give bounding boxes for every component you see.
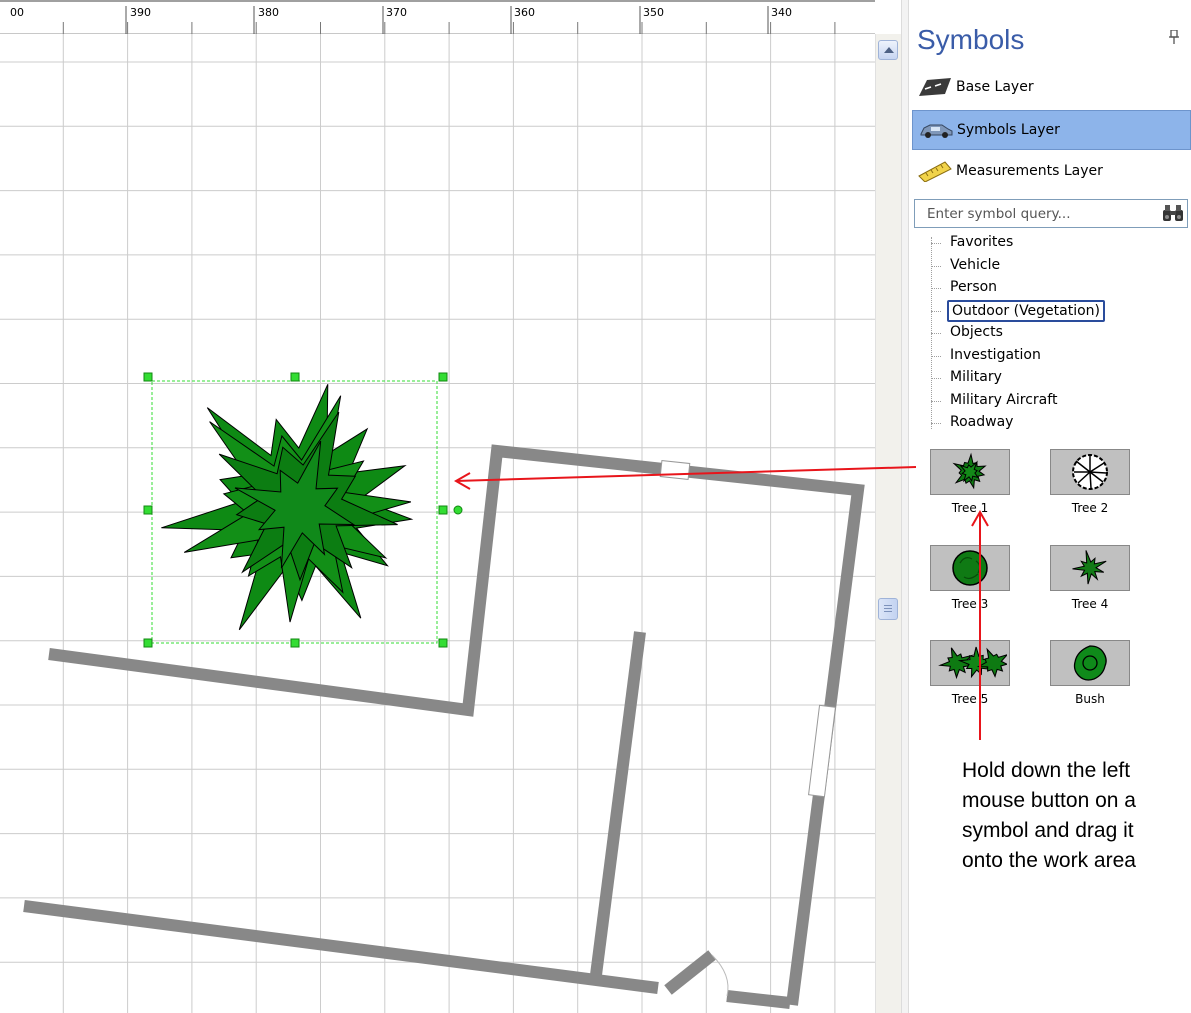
window-top[interactable] [659, 460, 691, 480]
layer-label: Base Layer [956, 79, 1034, 95]
wall-lower-left[interactable] [23, 900, 659, 994]
resize-handle-w[interactable] [143, 505, 153, 515]
symbol-label: Tree 5 [951, 692, 989, 706]
symbol-thumbnail [930, 640, 1010, 686]
symbol-label: Tree 1 [951, 501, 989, 515]
wall-bottom-right[interactable] [726, 990, 791, 1009]
ruler-ticks [62, 6, 836, 34]
binoculars-icon[interactable] [1161, 204, 1185, 222]
symbol-tree-3[interactable]: Tree 3 [930, 545, 1010, 615]
rotate-handle[interactable] [453, 505, 463, 515]
layer-label: Measurements Layer [956, 163, 1103, 179]
tree-1-icon [952, 452, 987, 490]
tree-2-icon [1072, 454, 1108, 490]
symbol-thumbnail [1050, 640, 1130, 686]
symbol-label: Tree 3 [951, 597, 989, 611]
car-icon [920, 124, 953, 138]
resize-handle-nw[interactable] [143, 372, 153, 382]
symbol-thumbnail [930, 545, 1010, 591]
scroll-up-button[interactable] [878, 40, 898, 60]
symbol-thumbnail [1050, 545, 1130, 591]
door-arc-wall[interactable] [664, 950, 716, 995]
walls[interactable] [23, 444, 865, 1009]
drawing-canvas[interactable] [0, 0, 875, 1013]
bush-icon [1073, 645, 1107, 681]
layer-label: Symbols Layer [957, 122, 1060, 138]
road-icon [919, 78, 951, 96]
panel-splitter[interactable] [901, 0, 909, 1013]
work-area[interactable]: 00 390 380 370 360 350 340 [0, 0, 875, 1013]
layer-symbols[interactable]: Symbols Layer [912, 110, 1191, 150]
symbol-tree-5[interactable]: Tree 5 [930, 640, 1010, 710]
tree-3-icon [952, 550, 988, 586]
panel-title: Symbols [917, 24, 1025, 55]
symbol-search-input[interactable] [915, 200, 1151, 227]
resize-handle-s[interactable] [290, 638, 300, 648]
resize-handle-n[interactable] [290, 372, 300, 382]
symbol-thumbnail [1050, 449, 1130, 495]
resize-handle-sw[interactable] [143, 638, 153, 648]
layer-measurements[interactable]: Measurements Layer [912, 152, 1191, 192]
tree-1-icon [161, 384, 414, 631]
instruction-callout: Hold down the left mouse button on a sym… [962, 759, 1136, 872]
symbol-bush[interactable]: Bush [1050, 640, 1130, 710]
symbol-tree-4[interactable]: Tree 4 [1050, 545, 1130, 615]
symbol-tree-1[interactable]: Tree 1 [930, 449, 1010, 519]
ruler-icon [918, 161, 952, 182]
door-arc [711, 954, 729, 997]
vertical-scrollbar[interactable] [875, 34, 902, 1013]
wall-interior[interactable] [590, 631, 646, 976]
horizontal-ruler: 00 390 380 370 360 350 340 [0, 0, 875, 34]
symbol-label: Bush [1075, 692, 1105, 706]
symbol-search [914, 199, 1188, 228]
window-right[interactable] [808, 704, 836, 798]
symbol-label: Tree 2 [1071, 501, 1109, 515]
resize-handle-ne[interactable] [438, 372, 448, 382]
foliage-layer [1072, 550, 1107, 585]
symbol-label: Tree 4 [1071, 597, 1109, 611]
scroll-thumb[interactable] [878, 598, 898, 620]
symbol-thumbnail [930, 449, 1010, 495]
resize-handle-se[interactable] [438, 638, 448, 648]
resize-handle-e[interactable] [438, 505, 448, 515]
layer-base[interactable]: Base Layer [912, 68, 1191, 108]
tree-4-icon [1072, 550, 1107, 585]
symbol-tree-2[interactable]: Tree 2 [1050, 449, 1130, 519]
pin-icon[interactable] [1169, 29, 1179, 48]
tree-5-icon [938, 646, 1007, 680]
